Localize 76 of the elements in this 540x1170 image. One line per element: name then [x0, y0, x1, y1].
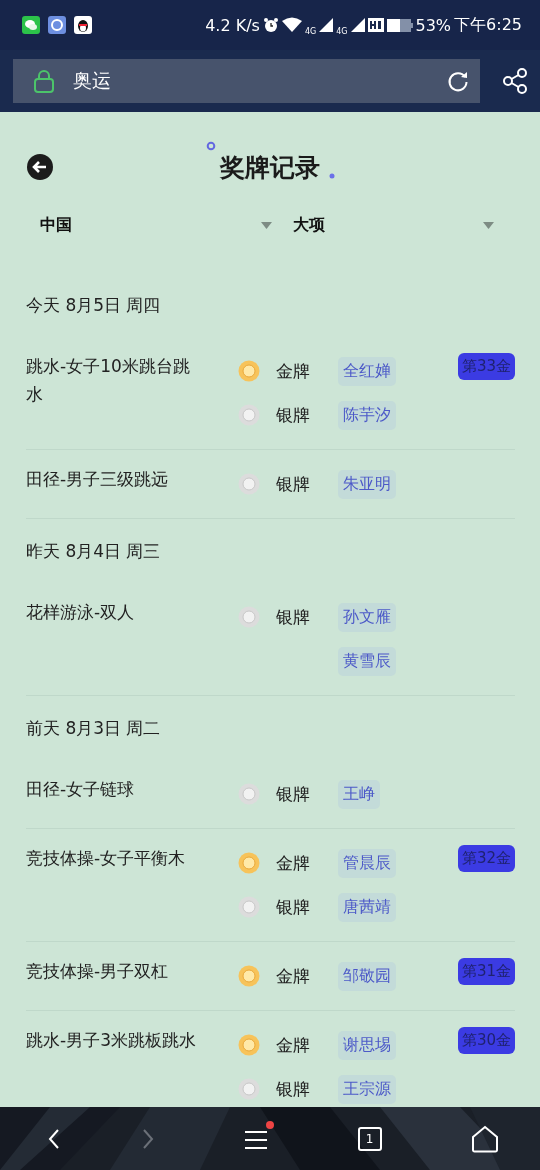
wifi-icon — [281, 17, 302, 33]
network-speed: 4.2 K/s — [205, 15, 260, 35]
chat-app-icon — [22, 16, 40, 34]
tabs-button[interactable]: 1 — [357, 1126, 382, 1151]
medal-label: 银牌 — [276, 1078, 310, 1099]
network-label: 4G — [336, 26, 348, 36]
athlete-tag[interactable]: 邹敬园 — [338, 961, 396, 991]
count-badge: 第33金 — [457, 353, 515, 380]
address-field[interactable]: 奥运 — [13, 59, 480, 103]
network-label: 4G — [304, 26, 317, 36]
medal-label: 银牌 — [276, 896, 310, 917]
medal-icon — [238, 1034, 260, 1056]
forward-icon[interactable] — [140, 1127, 155, 1150]
dropdown-icon — [483, 221, 494, 229]
athlete-tag[interactable]: 黄雪辰 — [338, 646, 396, 676]
battery-icon — [386, 18, 413, 32]
medal-icon — [238, 965, 260, 987]
share-icon[interactable] — [502, 68, 528, 94]
athlete-tag[interactable]: 谢思埸 — [338, 1030, 396, 1060]
count-badge: 第32金 — [457, 845, 515, 872]
medal-label: 金牌 — [276, 965, 310, 986]
athlete-tag[interactable]: 王宗源 — [338, 1074, 396, 1104]
medal-icon — [238, 783, 260, 805]
athlete-tag[interactable]: 全红婵 — [338, 356, 396, 386]
medal-icon — [238, 896, 260, 918]
clock: 下午6:25 — [454, 14, 522, 36]
medal-icon — [238, 1078, 260, 1100]
medal-icon — [238, 606, 260, 628]
medal-icon — [238, 360, 260, 382]
athlete-tag[interactable]: 陈芋汐 — [338, 400, 396, 430]
page-title: 奖牌记录 — [220, 151, 320, 184]
medal-icon — [238, 473, 260, 495]
athlete-tag[interactable]: 管晨辰 — [338, 848, 396, 878]
event-name: 跳水-男子3米跳板跳水 — [26, 1029, 197, 1052]
home-icon[interactable] — [471, 1124, 499, 1153]
hd-icon — [367, 18, 384, 32]
day-header: 今天 8月5日 周四 — [26, 293, 162, 317]
event-name: 田径-男子三级跳远 — [26, 468, 170, 491]
medal-label: 银牌 — [276, 783, 310, 804]
filter-dropdown[interactable]: 中国 — [40, 202, 293, 248]
athlete-tag[interactable]: 孙文雁 — [338, 602, 396, 632]
app-icon — [48, 16, 66, 34]
event-name: 竞技体操-男子双杠 — [26, 960, 170, 983]
event-name: 花样游泳-双人 — [26, 601, 136, 624]
day-header: 前天 8月3日 周二 — [26, 716, 162, 740]
athlete-tag[interactable]: 王峥 — [338, 779, 380, 809]
medal-label: 银牌 — [276, 473, 310, 494]
filter-dropdown[interactable]: 大项 — [293, 202, 515, 248]
dropdown-icon — [261, 221, 272, 229]
event-name: 田径-女子链球 — [26, 778, 136, 801]
medal-label: 银牌 — [276, 404, 310, 425]
count-badge: 第31金 — [457, 958, 515, 985]
signal-icon — [319, 18, 334, 32]
medal-icon — [238, 404, 260, 426]
alarm-icon — [262, 17, 279, 33]
signal-icon — [350, 18, 365, 32]
medal-label: 金牌 — [276, 360, 310, 381]
event-name: 竞技体操-女子平衡木 — [26, 847, 187, 870]
penguin-app-icon — [74, 16, 92, 34]
medal-icon — [238, 852, 260, 874]
lock-icon — [33, 69, 55, 93]
event-name: 跳水-女子10米跳台跳水 — [26, 355, 191, 406]
medal-label: 金牌 — [276, 852, 310, 873]
battery-percent: 53% — [415, 15, 452, 35]
count-badge: 第30金 — [457, 1027, 515, 1054]
address-text: 奥运 — [73, 68, 112, 93]
medal-label: 银牌 — [276, 606, 310, 627]
athlete-tag[interactable]: 唐茜靖 — [338, 892, 396, 922]
dot-ornament-icon — [329, 173, 335, 179]
refresh-icon[interactable] — [446, 69, 470, 93]
athlete-tag[interactable]: 朱亚明 — [338, 469, 396, 499]
back-icon[interactable] — [26, 153, 54, 181]
ring-ornament-icon — [206, 140, 216, 151]
day-header: 昨天 8月4日 周三 — [26, 539, 162, 563]
back-icon[interactable] — [47, 1127, 61, 1150]
medal-label: 金牌 — [276, 1034, 310, 1055]
